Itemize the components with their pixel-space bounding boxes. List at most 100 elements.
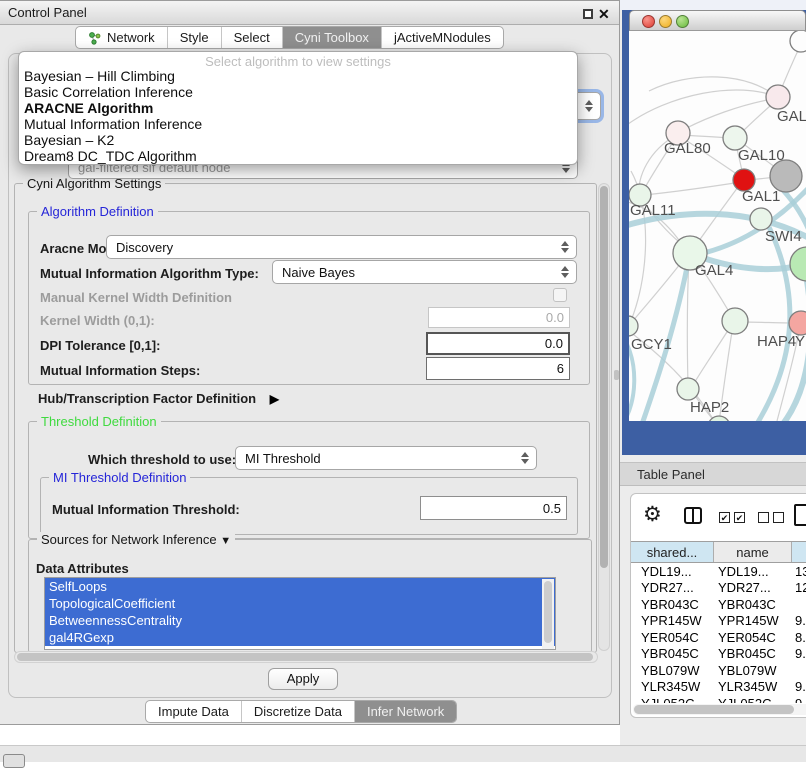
zoom-traffic-light-icon[interactable]: [676, 15, 689, 28]
list-item[interactable]: SelfLoops: [45, 578, 555, 595]
tab-network[interactable]: Network: [76, 27, 167, 48]
network-canvas[interactable]: GAL7 GAL80 GAL10 GAL1 GAL11 SWI4 GAL4 GC…: [629, 31, 806, 421]
column-header-name[interactable]: name: [714, 542, 792, 562]
table-row[interactable]: YBL079WYBL079W: [631, 662, 806, 679]
sources-title[interactable]: Sources for Network Inference ▼: [37, 532, 235, 547]
list-item[interactable]: BetweennessCentrality: [45, 612, 555, 629]
dropdown-item[interactable]: Bayesian – Hill Climbing: [19, 68, 577, 84]
kernel-width-label: Kernel Width (0,1):: [40, 313, 155, 328]
unchecked-box-icon[interactable]: [758, 512, 769, 523]
kernel-width-field[interactable]: [428, 307, 570, 328]
manual-kernel-label: Manual Kernel Width Definition: [40, 290, 232, 305]
table-horizontal-scrollbar-thumb[interactable]: [634, 705, 794, 714]
threshold-definition-title: Threshold Definition: [37, 414, 161, 429]
table-icon[interactable]: [794, 504, 806, 526]
node-label: HAP4: [757, 333, 796, 350]
table-row[interactable]: YDL19...YDL19...13: [631, 563, 806, 580]
node-swi4[interactable]: [750, 208, 772, 230]
cyni-bottom-tab-bar: Impute Data Discretize Data Infer Networ…: [145, 700, 457, 723]
network-window-titlebar[interactable]: [629, 10, 806, 31]
node-bright-green[interactable]: [790, 247, 806, 281]
tab-network-label: Network: [107, 30, 155, 45]
collapse-down-icon: ▼: [220, 535, 231, 547]
table-row[interactable]: YLR345WYLR345W9.: [631, 679, 806, 696]
corner-panel-button[interactable]: [3, 754, 25, 768]
dropdown-item[interactable]: Basic Correlation Inference: [19, 84, 577, 100]
node-salmon[interactable]: [789, 311, 806, 335]
close-traffic-light-icon[interactable]: [642, 15, 655, 28]
column-header-partial[interactable]: [792, 542, 806, 562]
splitter-handle[interactable]: [614, 370, 619, 380]
list-item[interactable]: gal4RGexp: [45, 629, 555, 646]
tab-cyni-toolbox[interactable]: Cyni Toolbox: [282, 27, 381, 48]
mi-steps-field[interactable]: [426, 357, 570, 380]
column-split-icon[interactable]: [684, 507, 702, 524]
table-horizontal-scrollbar[interactable]: [633, 704, 806, 715]
unchecked-box-icon[interactable]: [773, 512, 784, 523]
column-header-shared-name[interactable]: shared...: [631, 542, 714, 562]
close-icon[interactable]: ✕: [598, 4, 610, 24]
mi-algorithm-type-combobox[interactable]: Naive Bayes: [272, 260, 577, 284]
mi-threshold-field[interactable]: [420, 496, 567, 520]
checked-box-icon[interactable]: ✔: [734, 512, 745, 523]
which-threshold-combobox[interactable]: MI Threshold: [235, 446, 537, 470]
node-label: GAL1: [742, 188, 780, 205]
aracne-mode-combobox[interactable]: Discovery: [106, 235, 577, 259]
which-threshold-label: Which threshold to use:: [88, 452, 236, 467]
table-row[interactable]: YBR045CYBR045C9.: [631, 646, 806, 663]
dpi-tolerance-field[interactable]: [426, 332, 570, 355]
node-hap2[interactable]: [677, 378, 699, 400]
node-label: GCY1: [631, 336, 672, 353]
tab-style[interactable]: Style: [167, 27, 221, 48]
float-window-icon[interactable]: [583, 9, 593, 19]
node-label: GAL10: [738, 147, 785, 164]
list-scrollbar[interactable]: [542, 579, 554, 649]
apply-button[interactable]: Apply: [268, 668, 338, 690]
table-panel-title: Table Panel: [637, 463, 705, 486]
node-gal7[interactable]: [766, 85, 790, 109]
vertical-scrollbar-thumb[interactable]: [600, 186, 608, 568]
network-icon: [88, 31, 102, 45]
control-panel-title: Control Panel: [8, 1, 87, 25]
list-scrollbar-thumb[interactable]: [544, 581, 552, 643]
dropdown-item[interactable]: Mutual Information Inference: [19, 116, 577, 132]
table-row[interactable]: YER054CYER054C8.: [631, 629, 806, 646]
dropdown-item[interactable]: Bayesian – K2: [19, 132, 577, 148]
table-header-row: shared... name: [631, 541, 806, 563]
minimize-traffic-light-icon[interactable]: [659, 15, 672, 28]
control-panel-tab-bar: Network Style Select Cyni Toolbox jActiv…: [75, 26, 504, 49]
tab-select[interactable]: Select: [221, 27, 282, 48]
network-view-window: GAL7 GAL80 GAL10 GAL1 GAL11 SWI4 GAL4 GC…: [629, 10, 806, 421]
settings-horizontal-scrollbar[interactable]: [14, 651, 598, 663]
tab-infer-network[interactable]: Infer Network: [354, 701, 456, 722]
dropdown-item[interactable]: Dream8 DC_TDC Algorithm: [19, 148, 577, 164]
tab-jactivemnodules[interactable]: jActiveMNodules: [381, 27, 503, 48]
manual-kernel-checkbox[interactable]: [553, 288, 567, 302]
combo-stepper-icon: [521, 452, 529, 464]
table-row[interactable]: YPR145WYPR145W9.: [631, 613, 806, 630]
node[interactable]: [790, 31, 806, 52]
node-label: GAL80: [664, 140, 711, 157]
tab-impute-data[interactable]: Impute Data: [146, 701, 241, 722]
control-panel-window: Control Panel ✕ Network Style Select Cyn…: [0, 0, 620, 725]
node-hap4[interactable]: [722, 308, 748, 334]
algorithm-definition-title: Algorithm Definition: [37, 204, 158, 219]
table-row[interactable]: YDR27...YDR27...12: [631, 580, 806, 597]
dropdown-placeholder: Select algorithm to view settings: [19, 52, 577, 68]
tab-discretize-data[interactable]: Discretize Data: [241, 701, 354, 722]
node-label: GAL11: [630, 202, 676, 219]
settings-vertical-scrollbar[interactable]: [598, 183, 610, 651]
dropdown-item-aracne[interactable]: ARACNE Algorithm: [19, 100, 577, 116]
node-gcy1[interactable]: [629, 316, 638, 336]
list-item[interactable]: TopologicalCoefficient: [45, 595, 555, 612]
gear-icon[interactable]: ⚙: [643, 502, 662, 527]
table-row[interactable]: YBR043CYBR043C: [631, 596, 806, 613]
checked-box-icon[interactable]: ✔: [719, 512, 730, 523]
desktop-top-strip: [620, 0, 806, 10]
mi-steps-label: Mutual Information Steps:: [40, 363, 200, 378]
hub-definition-expander[interactable]: Hub/Transcription Factor Definition ▶: [38, 391, 279, 406]
mi-algorithm-type-label: Mutual Information Algorithm Type:: [40, 266, 259, 281]
table-row[interactable]: YJL052CYJL052C9: [631, 695, 806, 703]
table-panel-header: Table Panel: [620, 462, 806, 486]
horizontal-scrollbar-thumb[interactable]: [17, 653, 593, 661]
